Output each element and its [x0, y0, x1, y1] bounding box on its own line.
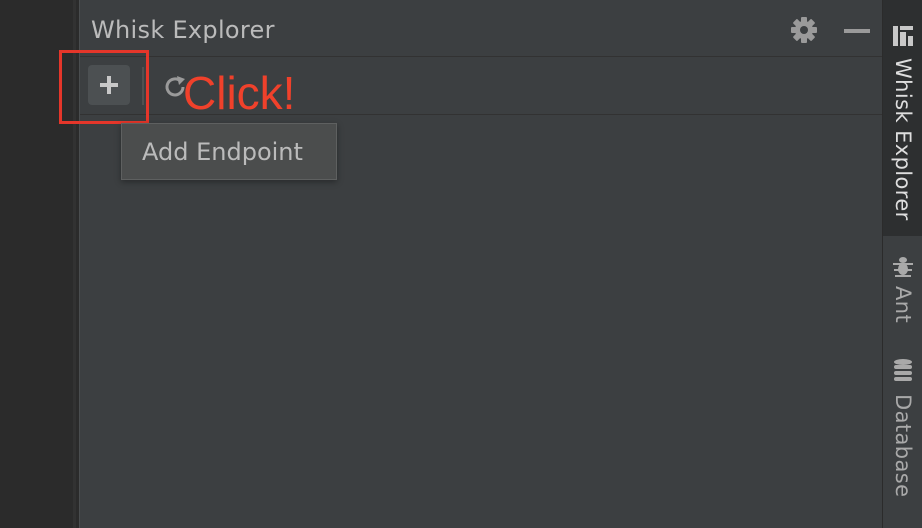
minimize-icon[interactable]	[844, 29, 870, 33]
right-tool-window-bar: Whisk Explorer Ant Database	[882, 0, 922, 528]
sidebar-item-label: Database	[891, 394, 915, 498]
editor-area	[0, 0, 76, 528]
add-endpoint-button[interactable]	[88, 65, 130, 105]
panel-header: Whisk Explorer	[80, 0, 882, 57]
ant-icon	[891, 254, 915, 278]
add-endpoint-tooltip: Add Endpoint	[121, 123, 337, 180]
gear-icon[interactable]	[788, 14, 820, 46]
tooltip-text: Add Endpoint	[142, 138, 303, 166]
ide-window: Whisk Explorer Click! Add Endpoint Whisk…	[0, 0, 922, 528]
whisk-explorer-panel: Whisk Explorer Click! Add Endpoint	[59, 0, 882, 528]
tab-database[interactable]: Database	[883, 340, 922, 510]
tab-whisk-explorer[interactable]: Whisk Explorer	[883, 0, 922, 236]
toolbar-separator	[142, 67, 144, 105]
tab-ant[interactable]: Ant	[883, 236, 922, 336]
click-annotation: Click!	[183, 67, 296, 119]
sidebar-item-label: Whisk Explorer	[891, 58, 915, 221]
sidebar-item-label: Ant	[891, 286, 915, 324]
plus-icon	[100, 76, 118, 94]
tool-window-icon	[891, 24, 915, 48]
panel-title: Whisk Explorer	[91, 16, 275, 44]
database-icon	[891, 358, 915, 382]
